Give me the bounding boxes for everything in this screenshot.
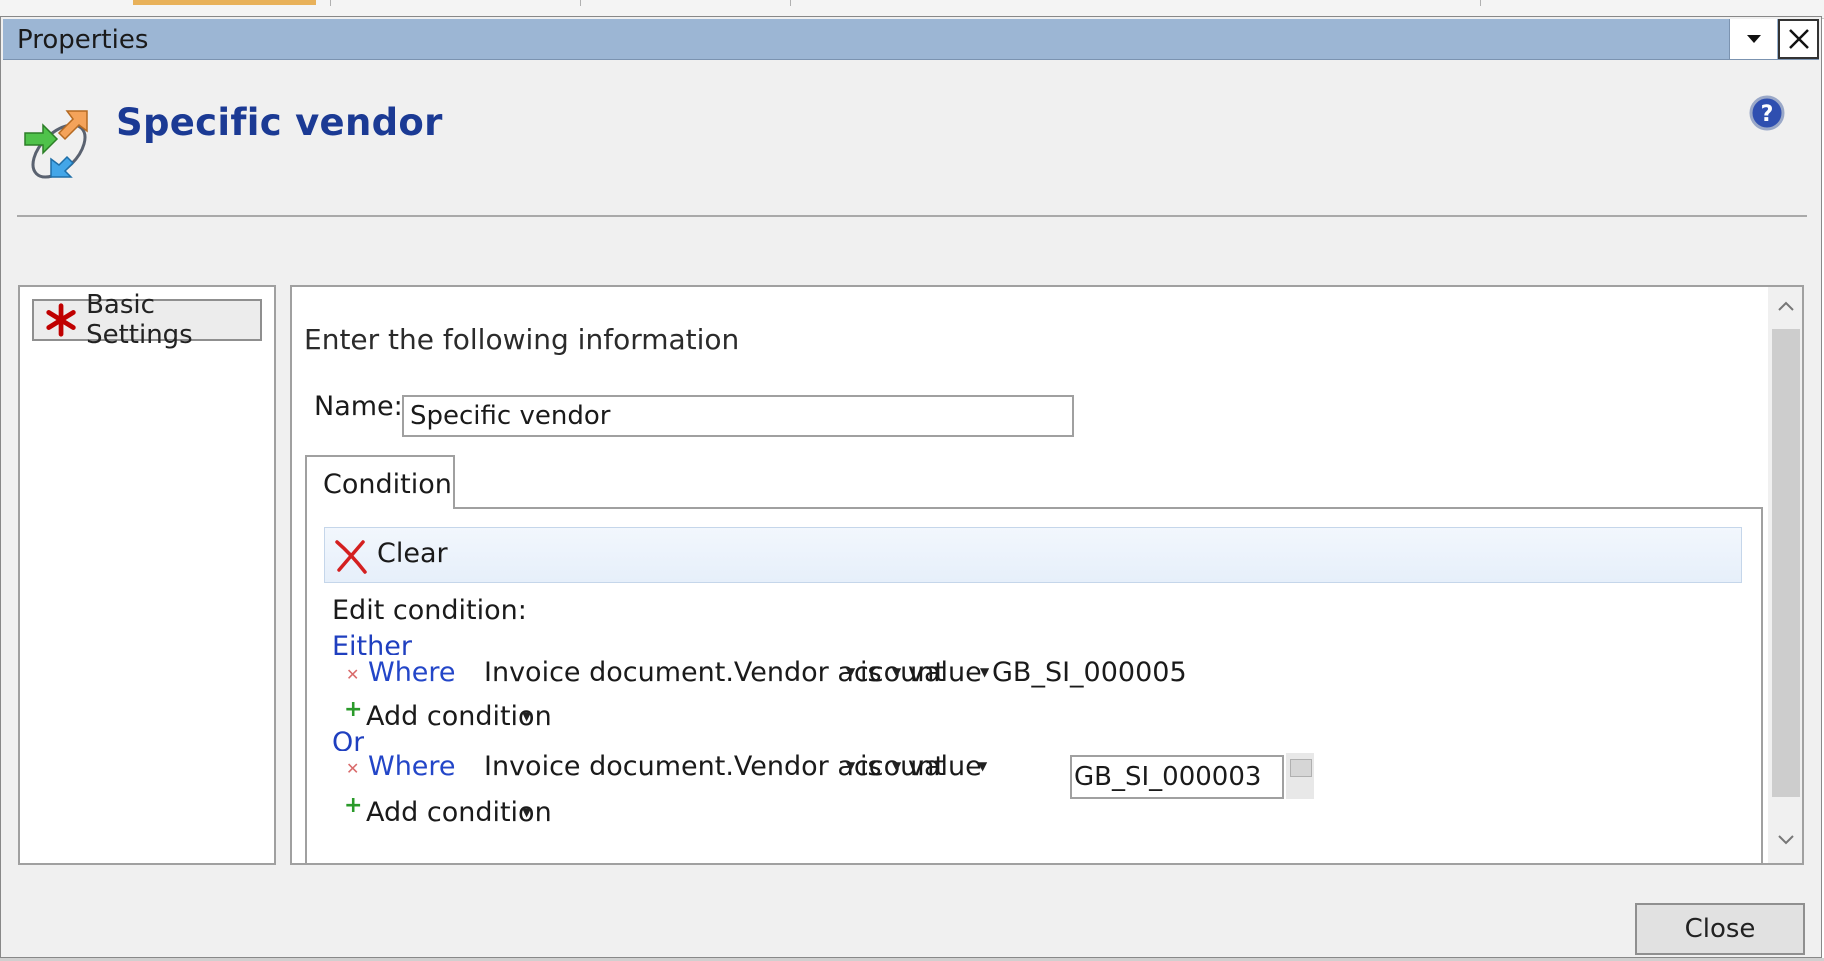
nav-item-basic-settings[interactable]: Basic Settings	[32, 290, 262, 350]
required-star-icon	[46, 303, 76, 337]
remove-condition-icon[interactable]: ✕	[346, 759, 359, 778]
operator-selector[interactable]: is	[860, 751, 882, 782]
edit-condition-label: Edit condition:	[332, 595, 527, 626]
chevron-up-icon[interactable]	[1774, 295, 1798, 319]
chevron-down-icon[interactable]	[1774, 827, 1798, 851]
condition-value[interactable]: GB_SI_000005	[992, 657, 1187, 688]
window-close-button[interactable]	[1778, 19, 1819, 59]
caret-down-icon[interactable]: ▼	[522, 709, 531, 723]
condition-toolbar: Clear	[324, 527, 1742, 583]
window-menu-button[interactable]	[1729, 19, 1777, 59]
dialog-title: Properties	[17, 25, 149, 55]
instruction-text: Enter the following information	[304, 323, 740, 356]
page-title: Specific vendor	[116, 101, 443, 144]
caret-down-icon[interactable]: ▼	[846, 665, 855, 679]
background-tab-highlight	[133, 0, 316, 5]
caret-down-icon[interactable]: ▼	[846, 759, 855, 773]
remove-condition-icon[interactable]: ✕	[346, 665, 359, 684]
caret-down-icon[interactable]: ▼	[978, 759, 987, 773]
name-input[interactable]	[402, 395, 1074, 437]
help-icon[interactable]: ?	[1749, 95, 1785, 131]
value-type-selector[interactable]: value	[908, 751, 982, 782]
either-connector: Either	[332, 631, 412, 655]
title-bar[interactable]: Properties	[3, 19, 1819, 60]
value-lookup-button[interactable]	[1286, 753, 1314, 799]
or-connector: Or	[332, 727, 365, 751]
value-type-selector[interactable]: value	[908, 657, 982, 688]
scrollbar-thumb[interactable]	[1772, 329, 1800, 797]
close-icon	[1788, 29, 1809, 49]
process-arrows-icon	[24, 110, 88, 179]
caret-down-icon	[1746, 35, 1761, 43]
add-icon[interactable]: +	[344, 793, 362, 818]
vertical-scrollbar[interactable]	[1768, 287, 1802, 863]
caret-down-icon[interactable]: ▼	[892, 665, 901, 679]
background-divider	[1480, 0, 1481, 6]
condition-value-input[interactable]	[1070, 755, 1284, 799]
tab-label: Condition	[323, 469, 452, 500]
lookup-icon	[1290, 759, 1312, 777]
where-link[interactable]: Where	[368, 657, 456, 688]
where-link[interactable]: Where	[368, 751, 456, 782]
clear-icon[interactable]	[333, 538, 369, 574]
background-divider	[790, 0, 791, 6]
header-divider	[17, 215, 1807, 217]
close-button[interactable]: Close	[1635, 903, 1805, 955]
caret-down-icon[interactable]: ▼	[892, 759, 901, 773]
operator-selector[interactable]: is	[860, 657, 882, 688]
nav-item-label: Basic Settings	[86, 290, 193, 350]
content-panel: Enter the following information Name: Co…	[290, 285, 1804, 865]
background-divider	[580, 0, 581, 6]
svg-text:?: ?	[1761, 102, 1774, 127]
caret-down-icon[interactable]: ▼	[980, 665, 989, 679]
caret-down-icon[interactable]: ▼	[522, 805, 531, 819]
tab-condition[interactable]: Condition	[305, 455, 455, 509]
background-divider	[330, 0, 331, 6]
settings-navigation: Basic Settings	[18, 285, 276, 865]
properties-dialog: Properties Specific vendor ? Basic Setti…	[0, 16, 1822, 958]
name-label: Name:	[314, 391, 403, 422]
add-icon[interactable]: +	[344, 697, 362, 722]
clear-button[interactable]: Clear	[377, 538, 448, 569]
